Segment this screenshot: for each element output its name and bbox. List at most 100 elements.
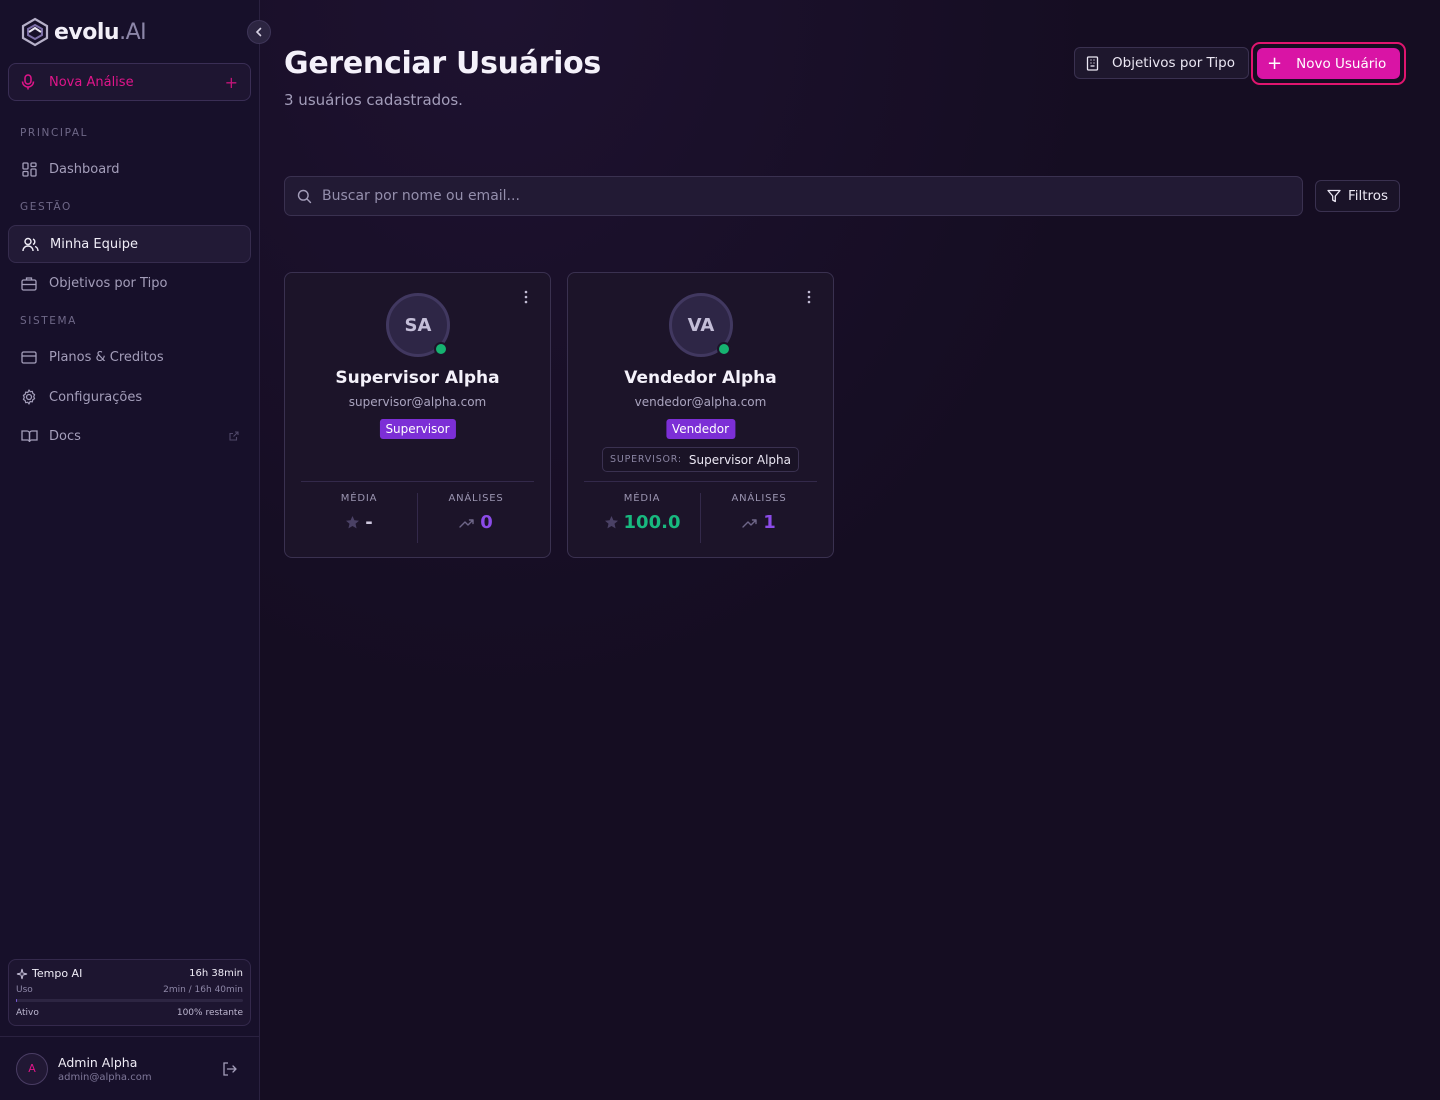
section-label-gestao: GESTÃO bbox=[20, 201, 72, 213]
online-status-dot bbox=[717, 342, 731, 356]
objectives-by-type-button[interactable]: Objetivos por Tipo bbox=[1074, 47, 1249, 79]
role-badge: Supervisor bbox=[379, 419, 456, 439]
gear-icon bbox=[20, 388, 38, 406]
filters-label: Filtros bbox=[1347, 188, 1389, 204]
briefcase-icon bbox=[20, 274, 38, 292]
sidebar-item-team[interactable]: Minha Equipe bbox=[8, 225, 251, 263]
supervisor-tag: SUPERVISOR: Supervisor Alpha bbox=[602, 447, 799, 472]
stat-label: MÉDIA bbox=[340, 493, 378, 504]
credit-card-icon bbox=[20, 348, 38, 366]
brand-name-text: evolu bbox=[54, 19, 120, 45]
stat-label: ANÁLISES bbox=[731, 493, 787, 504]
brand-logo[interactable]: evolu.AI bbox=[20, 16, 147, 48]
ai-remaining: 100% restante bbox=[176, 1008, 243, 1018]
search-icon bbox=[297, 189, 312, 203]
sidebar-item-settings[interactable]: Configurações bbox=[8, 378, 251, 416]
online-status-dot bbox=[434, 342, 448, 356]
brand-suffix: .AI bbox=[119, 19, 147, 45]
filters-button[interactable]: Filtros bbox=[1315, 180, 1400, 212]
more-vertical-icon[interactable] bbox=[807, 290, 811, 304]
user-name: Admin Alpha bbox=[58, 1054, 138, 1070]
stat-average: MÉDIA - bbox=[301, 493, 417, 543]
dashboard-icon bbox=[20, 160, 38, 178]
current-user: A Admin Alpha admin@alpha.com bbox=[0, 1036, 259, 1100]
ai-time-title: Tempo AI bbox=[16, 967, 82, 980]
section-label-principal: PRINCIPAL bbox=[20, 127, 89, 139]
stat-value: - bbox=[365, 512, 373, 533]
new-analysis-button[interactable]: Nova Análise + bbox=[8, 63, 251, 101]
sidebar-item-docs[interactable]: Docs bbox=[8, 417, 251, 455]
book-icon bbox=[20, 427, 38, 445]
stat-analyses: ANÁLISES 0 bbox=[417, 493, 534, 543]
ai-time-title-text: Tempo AI bbox=[32, 967, 83, 980]
ai-status: Ativo bbox=[16, 1008, 39, 1018]
user-stats: MÉDIA 100.0 ANÁLISES 1 bbox=[584, 493, 817, 543]
sidebar-item-label: Docs bbox=[49, 428, 81, 444]
stat-label: ANÁLISES bbox=[448, 493, 504, 504]
plus-icon: + bbox=[1267, 52, 1283, 74]
section-label-sistema: SISTEMA bbox=[20, 315, 77, 327]
divider bbox=[301, 481, 534, 482]
avatar[interactable]: A bbox=[16, 1052, 48, 1085]
user-name: Supervisor Alpha bbox=[335, 368, 500, 388]
brand-name: evolu.AI bbox=[54, 19, 147, 45]
sidebar-item-label: Minha Equipe bbox=[50, 236, 138, 252]
page-title: Gerenciar Usuários bbox=[284, 46, 601, 81]
sidebar-item-label: Configurações bbox=[49, 389, 143, 405]
evolu-logo-icon bbox=[21, 17, 49, 47]
sidebar-item-label: Dashboard bbox=[49, 161, 120, 177]
microphone-icon bbox=[21, 74, 35, 90]
filter-icon bbox=[1327, 189, 1341, 203]
sparkles-icon bbox=[16, 968, 28, 979]
new-analysis-label: Nova Análise bbox=[49, 74, 134, 90]
user-email: supervisor@alpha.com bbox=[348, 395, 487, 409]
user-stats: MÉDIA - ANÁLISES 0 bbox=[301, 493, 534, 543]
users-icon bbox=[21, 235, 39, 253]
role-badge: Vendedor bbox=[665, 419, 736, 439]
trending-up-icon bbox=[742, 518, 757, 528]
new-user-label: Novo Usuário bbox=[1296, 55, 1387, 72]
user-name: Vendedor Alpha bbox=[624, 368, 777, 388]
sidebar-item-plans[interactable]: Planos & Creditos bbox=[8, 338, 251, 376]
supervisor-label: SUPERVISOR: bbox=[610, 454, 682, 465]
stat-analyses: ANÁLISES 1 bbox=[700, 493, 817, 543]
sidebar-item-label: Planos & Creditos bbox=[49, 349, 164, 365]
sidebar-item-objectives[interactable]: Objetivos por Tipo bbox=[8, 264, 251, 302]
sidebar-item-dashboard[interactable]: Dashboard bbox=[8, 150, 251, 188]
chevron-left-icon bbox=[255, 27, 262, 37]
stat-value: 100.0 bbox=[623, 512, 681, 533]
stat-value: 0 bbox=[480, 512, 493, 533]
ai-usage-progress-bar bbox=[16, 999, 243, 1002]
ai-time-total: 16h 38min bbox=[189, 968, 243, 979]
more-vertical-icon[interactable] bbox=[524, 290, 528, 304]
user-card[interactable]: SA Supervisor Alpha supervisor@alpha.com… bbox=[284, 272, 551, 558]
divider bbox=[584, 481, 817, 482]
new-user-button-focus-ring: + Novo Usuário bbox=[1251, 42, 1406, 85]
sidebar-item-label: Objetivos por Tipo bbox=[49, 275, 168, 291]
search-box bbox=[284, 176, 1303, 216]
main-content: Gerenciar Usuários 3 usuários cadastrado… bbox=[260, 0, 1440, 1100]
search-input[interactable] bbox=[322, 188, 1222, 204]
supervisor-name: Supervisor Alpha bbox=[688, 452, 791, 467]
ai-usage-label: Uso bbox=[16, 985, 33, 995]
objectives-by-type-label: Objetivos por Tipo bbox=[1112, 55, 1235, 71]
star-icon bbox=[604, 516, 618, 529]
user-email: vendedor@alpha.com bbox=[634, 395, 767, 409]
star-icon bbox=[346, 516, 360, 529]
collapse-sidebar-button[interactable] bbox=[247, 20, 271, 44]
user-card[interactable]: VA Vendedor Alpha vendedor@alpha.com Ven… bbox=[567, 272, 834, 558]
user-email: admin@alpha.com bbox=[58, 1071, 152, 1083]
stat-value: 1 bbox=[763, 512, 776, 533]
building-icon bbox=[1086, 55, 1099, 71]
page-subtitle: 3 usuários cadastrados. bbox=[284, 91, 463, 109]
external-link-icon bbox=[229, 431, 239, 441]
new-user-button[interactable]: + Novo Usuário bbox=[1257, 48, 1400, 79]
sidebar: evolu.AI Nova Análise + PRINCIPAL Dashbo… bbox=[0, 0, 271, 1100]
logout-icon[interactable] bbox=[222, 1061, 237, 1076]
ai-time-card: Tempo AI 16h 38min Uso 2min / 16h 40min … bbox=[8, 959, 251, 1026]
stat-average: MÉDIA 100.0 bbox=[584, 493, 700, 543]
stat-label: MÉDIA bbox=[623, 493, 661, 504]
plus-icon: + bbox=[224, 72, 238, 92]
trending-up-icon bbox=[459, 518, 474, 528]
ai-usage-value: 2min / 16h 40min bbox=[163, 985, 243, 995]
